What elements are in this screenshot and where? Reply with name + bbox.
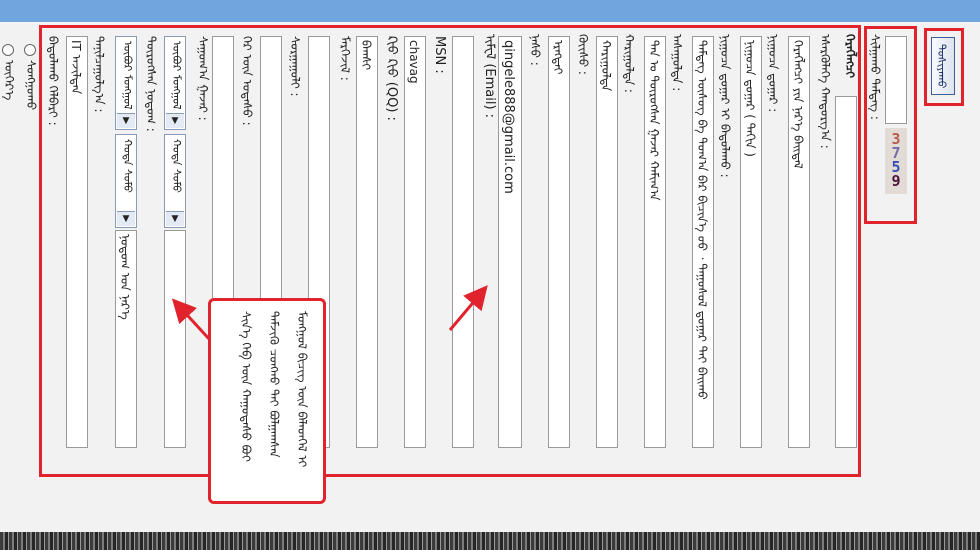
submit-button[interactable]: ᠲᠤᠰᠢᠶᠠᠬᠤ bbox=[931, 37, 955, 95]
hometown-select-1[interactable]: ᠥᠪᠦᠷ ᠮᠤᠩᠭᠤᠯ ▼ bbox=[115, 36, 137, 130]
intro-label: ᠲᠠᠨᠢᠯᠴᠠᠭᠤᠯᠭ᠎ᠠ : bbox=[92, 36, 106, 113]
intro-field[interactable]: IT ᠠᠵᠢᠯᠲᠠᠨ bbox=[66, 36, 88, 448]
callout-line: ᠰᠢᠨ᠎ᠡ ᠬᠡᠪ ᠦᠨ ᠬᠠᠭᠤᠳᠠᠰᠤ ᠪᠤᠢ bbox=[239, 311, 253, 462]
occupation-field[interactable]: ᠪᠠᠭᠰᠢ bbox=[356, 36, 378, 448]
question-label: ᠠᠰᠠᠭᠤᠯᠲᠠ : bbox=[670, 34, 684, 92]
confirm-password-field[interactable]: ᠲᠡᠮᠳᠡᠭ ᠦᠰᠦᠭ ᠪᠠ ᠲᠤᠭ᠎ᠠ ᠪᠡᠷ ᠪᠢᠴᠢᠨ᠎ᠡ ᠦᠦ ᠂ ᠳᠠ… bbox=[692, 36, 714, 448]
chevron-down-icon: ▼ bbox=[166, 113, 184, 128]
address-select-2[interactable]: ᠬᠤᠲᠠ ᠰᠤᠮᠤ ▼ bbox=[164, 134, 186, 228]
phone-label: ᠭᠡᠷ ᠦᠨ ᠤᠲᠠᠰᠤ : bbox=[240, 36, 254, 126]
callout-line: ᠮᠤᠩᠭᠤᠯ ᠪᠢᠴᠢᠭ ᠦᠨ ᠪᠡᠯᠡᠳᠬᠡᠯ ᠢ bbox=[295, 311, 309, 468]
msn-field[interactable] bbox=[452, 36, 474, 448]
school-label: ᠰᠤᠷᠭᠠᠭᠤᠯᠢ : bbox=[288, 36, 302, 97]
email-field[interactable]: qingele888@gmail.com bbox=[498, 36, 522, 448]
confirm-password-label: ᠨᠢᠭᠤᠴᠠ ᠳ᠋ᠤᠭᠠᠷ ᠢ ᠪᠠᠲᠤᠯᠠᠬᠤ : bbox=[718, 34, 732, 178]
hometown-text-field[interactable]: ᠨᠤᠲᠤᠭ ᠤᠨ ᠨᠡᠷ᠎ᠡ bbox=[115, 230, 137, 448]
form-highlight bbox=[39, 25, 861, 477]
display-name-field[interactable]: ᠬᠡᠷᠡᠭᠯᠡᠭᠴᠢ ᠶᠢᠨ ᠨᠡᠷ᠎ᠡ ᠪᠠᠢᠳᠠᠯ bbox=[788, 36, 810, 448]
callout-line: ᠳᠡᠮᠵᠢᠬᠦ ᠴᠣᠩᠬᠣ ᠲᠠᠢ ᠪᠣᠯᠭᠠᠭᠰᠠᠨ bbox=[267, 311, 281, 458]
captcha-char: 9 bbox=[891, 172, 901, 190]
hometown-select-2-value: ᠬᠤᠲᠠ ᠰᠤᠮᠤ bbox=[121, 139, 134, 193]
qq-field[interactable]: chavag bbox=[404, 36, 426, 448]
captcha-input[interactable] bbox=[885, 36, 907, 124]
radio-option-2-label: ᠥᠭᠡᠷ᠎ᠡ bbox=[2, 60, 16, 101]
address-select-1[interactable]: ᠥᠪᠦᠷ ᠮᠤᠩᠭᠤᠯ ▼ bbox=[164, 36, 186, 130]
address-text-field[interactable] bbox=[164, 230, 186, 448]
hometown-select-2[interactable]: ᠬᠤᠲᠠ ᠰᠤᠮᠤ ▼ bbox=[115, 134, 137, 228]
username-label: ᠬᠡᠷᠡᠭᠯᠡᠭᠴᠢ bbox=[843, 34, 857, 79]
chevron-down-icon: ▼ bbox=[117, 211, 135, 226]
chevron-down-icon: ▼ bbox=[166, 211, 184, 226]
bottom-decoration bbox=[0, 532, 980, 550]
radio-group-label: ᠪᠠᠲᠤᠯᠠᠬᠤ ᠬᠡᠯᠪᠡᠷᠢ : bbox=[46, 36, 60, 126]
email-label: ᠢᠮᠸᠯ (Email) : bbox=[482, 34, 497, 119]
age-label: ᠨᠠᠰᠤ : bbox=[528, 34, 542, 66]
gender-field[interactable]: ᠡᠷᠡᠭᠲᠡᠢ bbox=[548, 36, 570, 448]
qq-label: ᠺᠢᠦ ᠺᠢᠦ (QQ) : bbox=[384, 36, 399, 121]
question-field[interactable]: ᠲᠠᠨ ᠤ ᠲᠦᠷᠦᠭᠰᠡᠨ ᠭᠠᠵᠠᠷ ᠬᠠᠮᠢᠭ᠎ᠠ bbox=[644, 36, 666, 448]
radio-option-1[interactable] bbox=[24, 44, 36, 56]
hometown-label: ᠲᠦᠷᠦᠭᠰᠡᠨ ᠨᠤᠲᠤᠭ : bbox=[144, 36, 158, 132]
address-select-2-value: ᠬᠤᠲᠠ ᠰᠤᠮᠤ bbox=[170, 139, 183, 193]
captcha-label: ᠰᠢᠯᠭᠠᠬᠤ ᠲᠡᠮᠳᠡᠭ : bbox=[868, 34, 882, 120]
answer-label: ᠬᠠᠷᠢᠭᠤᠯᠲᠠ : bbox=[622, 34, 636, 93]
radio-option-2[interactable] bbox=[2, 44, 14, 56]
answer-field[interactable]: ᠬᠠᠷᠢᠭᠤᠯᠲᠠ bbox=[596, 36, 618, 448]
address-select-1-value: ᠥᠪᠦᠷ ᠮᠤᠩᠭᠤᠯ bbox=[170, 41, 183, 110]
password-label: ᠨᠢᠭᠤᠴᠠ ᠳ᠋ᠤᠭᠠᠷ : bbox=[766, 34, 780, 113]
address-label: ᠰᠠᠭᠤᠭ᠎ᠠ ᠭᠠᠵᠠᠷ : bbox=[196, 36, 210, 121]
occupation-label: ᠮᠡᠷᠭᠡᠵᠢᠯ : bbox=[338, 36, 352, 81]
annotation-callout: ᠮᠤᠩᠭᠤᠯ ᠪᠢᠴᠢᠭ ᠦᠨ ᠪᠡᠯᠡᠳᠬᠡᠯ ᠢ ᠳᠡᠮᠵᠢᠬᠦ ᠴᠣᠩᠬᠣ… bbox=[208, 298, 326, 504]
gender-label: ᠬᠦᠢᠰᠦ : bbox=[576, 34, 590, 75]
hometown-select-1-value: ᠥᠪᠦᠷ ᠮᠤᠩᠭᠤᠯ bbox=[121, 41, 134, 110]
password-field[interactable]: ᠨᠢᠭᠤᠴᠠ ᠳ᠋ᠤᠭᠠᠷ ( ᠳᠠᠬᠢᠨ ) bbox=[740, 36, 762, 448]
top-bar bbox=[0, 0, 980, 22]
chevron-down-icon: ▼ bbox=[117, 113, 135, 128]
username-field[interactable] bbox=[835, 96, 857, 448]
msn-label: MSN : bbox=[432, 36, 447, 74]
radio-option-1-label: ᠰᠣᠩᠭᠣᠬᠤ bbox=[24, 60, 38, 111]
display-name-label: ᠡᠰᠡᠷᠭᠦᠯᠡᠭᠡ ᠬᠠᠨᠳᠤᠷᠭ᠎ᠠ : bbox=[818, 34, 832, 149]
captcha-image: 3 7 5 9 bbox=[885, 128, 907, 194]
